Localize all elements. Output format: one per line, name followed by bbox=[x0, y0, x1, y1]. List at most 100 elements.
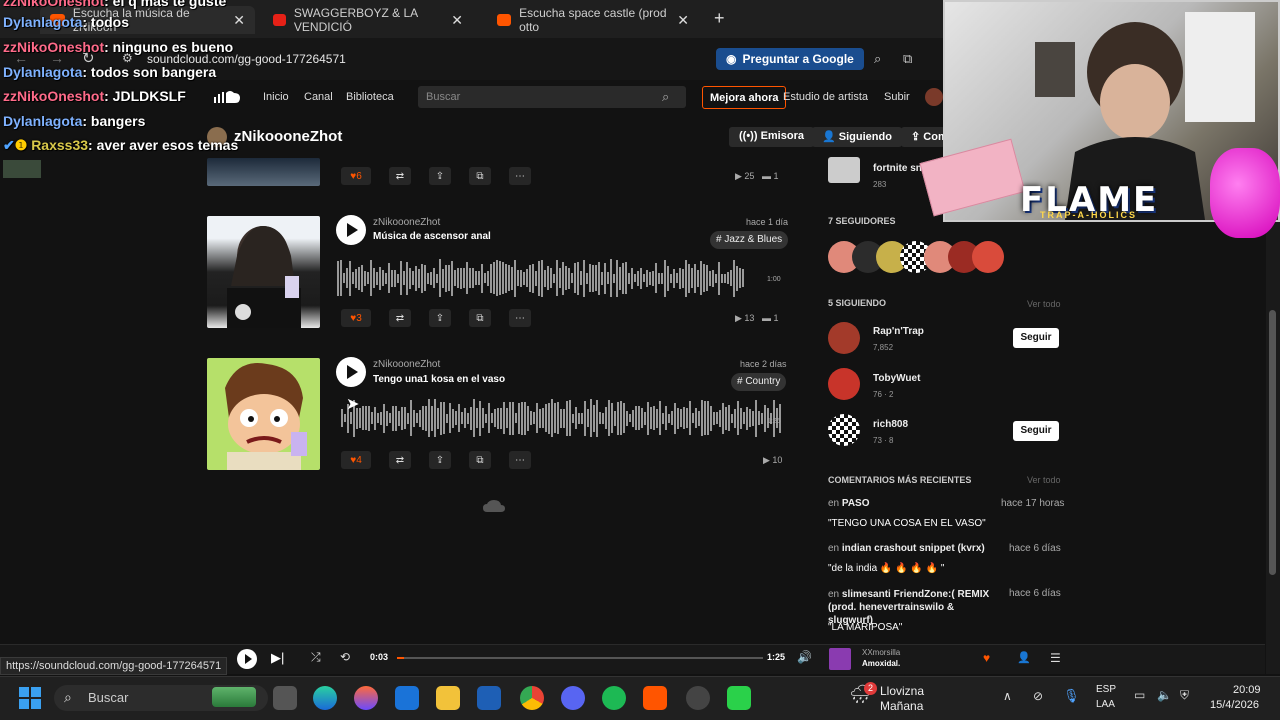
following-avatar[interactable] bbox=[828, 414, 860, 446]
track-title[interactable]: Música de ascensor anal bbox=[373, 231, 491, 242]
shuffle-icon[interactable]: ⤮ bbox=[311, 650, 321, 665]
weather-text[interactable]: Lloviznа bbox=[880, 684, 924, 698]
volume-icon[interactable]: 🔊 bbox=[797, 650, 812, 664]
genre-tag[interactable]: # Country bbox=[731, 373, 787, 391]
outlook-icon[interactable] bbox=[395, 686, 419, 710]
chrome-icon[interactable] bbox=[520, 686, 544, 710]
tab-youtube[interactable]: SWAGGERBOYZ & LA VENDICIÓ ✕ bbox=[263, 6, 473, 34]
track-title[interactable]: Tengo una1 kosa en el vaso bbox=[373, 374, 505, 385]
soundcloud-logo-icon[interactable] bbox=[214, 89, 240, 105]
tab-soundcloud-2[interactable]: Escucha space castle (prod otto ✕ bbox=[487, 6, 699, 34]
search-icon[interactable]: ⌕ bbox=[662, 89, 669, 105]
next-track-icon[interactable]: ▶| bbox=[271, 650, 284, 666]
upgrade-button[interactable]: Mejora ahora bbox=[702, 86, 787, 109]
more-icon[interactable]: ⋯ bbox=[509, 451, 531, 469]
search-icon[interactable]: ⌕ bbox=[874, 51, 881, 67]
new-tab-button[interactable]: + bbox=[714, 8, 725, 29]
artist-studio-link[interactable]: Estudio de artista bbox=[783, 91, 868, 103]
edge-icon[interactable] bbox=[313, 686, 337, 710]
track-artwork[interactable] bbox=[207, 158, 320, 186]
close-tab-icon[interactable]: ✕ bbox=[451, 12, 463, 29]
like-button[interactable]: ♥ 4 bbox=[341, 451, 371, 469]
copy-link-icon[interactable]: ⧉ bbox=[469, 451, 491, 469]
share-button[interactable]: ⇪ Com bbox=[901, 127, 945, 147]
comment-track[interactable]: en indian crashout snippet (kvrx) bbox=[828, 543, 985, 554]
repost-icon[interactable]: ⇄ bbox=[389, 167, 411, 185]
language-label[interactable]: ESP bbox=[1096, 684, 1116, 695]
view-all-link[interactable]: Ver todo bbox=[1027, 475, 1061, 485]
copy-link-icon[interactable]: ⧉ bbox=[469, 309, 491, 327]
like-button[interactable]: ♥ 6 bbox=[341, 167, 371, 185]
following-avatar[interactable] bbox=[828, 368, 860, 400]
following-button[interactable]: 👤 Siguiendo bbox=[812, 127, 902, 147]
kick-icon[interactable] bbox=[727, 686, 751, 710]
taskbar-search-placeholder[interactable]: Buscar bbox=[88, 690, 128, 705]
install-icon[interactable]: ⧉ bbox=[903, 51, 912, 67]
more-icon[interactable]: ⋯ bbox=[509, 167, 531, 185]
following-name[interactable]: rich808 bbox=[873, 419, 908, 430]
upload-link[interactable]: Subir bbox=[884, 91, 910, 103]
close-tab-icon[interactable]: ✕ bbox=[677, 12, 689, 29]
following-avatar[interactable] bbox=[828, 322, 860, 354]
follow-button[interactable]: Seguir bbox=[1013, 328, 1059, 348]
search-highlight-icon[interactable] bbox=[212, 687, 256, 707]
now-playing-artwork[interactable] bbox=[829, 648, 851, 670]
waveform[interactable] bbox=[341, 398, 782, 438]
follow-user-icon[interactable]: 👤 bbox=[1017, 651, 1031, 664]
play-button[interactable] bbox=[336, 215, 366, 245]
close-tab-icon[interactable]: ✕ bbox=[233, 12, 245, 29]
clock-time[interactable]: 20:09 bbox=[1233, 684, 1261, 696]
share-icon[interactable]: ⇪ bbox=[429, 451, 451, 469]
now-playing-artist[interactable]: XXmorsilla bbox=[862, 648, 900, 657]
track-artwork[interactable] bbox=[207, 216, 320, 328]
following-name[interactable]: TobyWuet bbox=[873, 373, 920, 384]
tray-chevron-icon[interactable]: ∧ bbox=[1003, 689, 1012, 703]
repeat-icon[interactable]: ⟲ bbox=[340, 650, 350, 664]
nav-library[interactable]: Biblioteca bbox=[346, 91, 394, 103]
comment-track-name[interactable]: PASO bbox=[842, 498, 870, 509]
store-icon[interactable] bbox=[477, 686, 501, 710]
share-icon[interactable]: ⇪ bbox=[429, 167, 451, 185]
like-icon[interactable]: ♥ bbox=[983, 651, 990, 665]
soundcloud-icon[interactable] bbox=[643, 686, 667, 710]
more-icon[interactable]: ⋯ bbox=[509, 309, 531, 327]
battery-icon[interactable]: ⛨ bbox=[1180, 688, 1189, 703]
like-button[interactable]: ♥ 3 bbox=[341, 309, 371, 327]
avatar[interactable] bbox=[828, 157, 860, 183]
nav-home[interactable]: Inicio bbox=[263, 91, 289, 103]
file-explorer-icon[interactable] bbox=[436, 686, 460, 710]
view-all-link[interactable]: Ver todo bbox=[1027, 299, 1061, 309]
nav-feed[interactable]: Canal bbox=[304, 91, 333, 103]
task-view-icon[interactable] bbox=[273, 686, 297, 710]
comment-track-name[interactable]: indian crashout snippet (kvrx) bbox=[842, 543, 985, 554]
obs-icon[interactable] bbox=[686, 686, 710, 710]
mic-icon[interactable]: 🎙 bbox=[1063, 688, 1080, 704]
comments-title[interactable]: COMENTARIOS MÁS RECIENTES bbox=[828, 475, 971, 485]
queue-icon[interactable]: ☰ bbox=[1050, 651, 1061, 665]
now-playing-title[interactable]: Amoxidal. bbox=[862, 659, 900, 668]
copilot-icon[interactable] bbox=[354, 686, 378, 710]
comment-track[interactable]: en PASO bbox=[828, 498, 870, 509]
waveform[interactable] bbox=[337, 258, 747, 298]
scrollbar-thumb[interactable] bbox=[1269, 310, 1276, 575]
track-user[interactable]: zNikoooneZhot bbox=[373, 359, 440, 370]
user-avatar[interactable] bbox=[925, 88, 943, 106]
track-user[interactable]: zNikoooneZhot bbox=[373, 217, 440, 228]
comment-track-name[interactable]: slimesanti FriendZone:( REMIX (prod. hen… bbox=[828, 589, 989, 626]
discord-icon[interactable] bbox=[561, 686, 585, 710]
clock-date[interactable]: 15/4/2026 bbox=[1210, 699, 1259, 711]
track-artwork[interactable] bbox=[207, 358, 320, 470]
search-input[interactable]: Buscar bbox=[418, 86, 686, 108]
following-name[interactable]: Rap'n'Trap bbox=[873, 326, 924, 337]
follow-button[interactable]: Seguir bbox=[1013, 421, 1059, 441]
ask-google-button[interactable]: ◉ Preguntar a Google bbox=[716, 48, 864, 70]
repost-icon[interactable]: ⇄ bbox=[389, 451, 411, 469]
follower-avatar[interactable] bbox=[972, 241, 1004, 273]
following-title[interactable]: 5 SIGUIENDO bbox=[828, 298, 886, 308]
network-icon[interactable]: ⊘ bbox=[1033, 689, 1043, 703]
player-play-button[interactable] bbox=[237, 649, 257, 669]
genre-tag[interactable]: # Jazz & Blues bbox=[710, 231, 789, 249]
speaker-icon[interactable]: 🔈 bbox=[1157, 688, 1172, 702]
display-icon[interactable]: ▭ bbox=[1134, 688, 1145, 702]
copy-link-icon[interactable]: ⧉ bbox=[469, 167, 491, 185]
